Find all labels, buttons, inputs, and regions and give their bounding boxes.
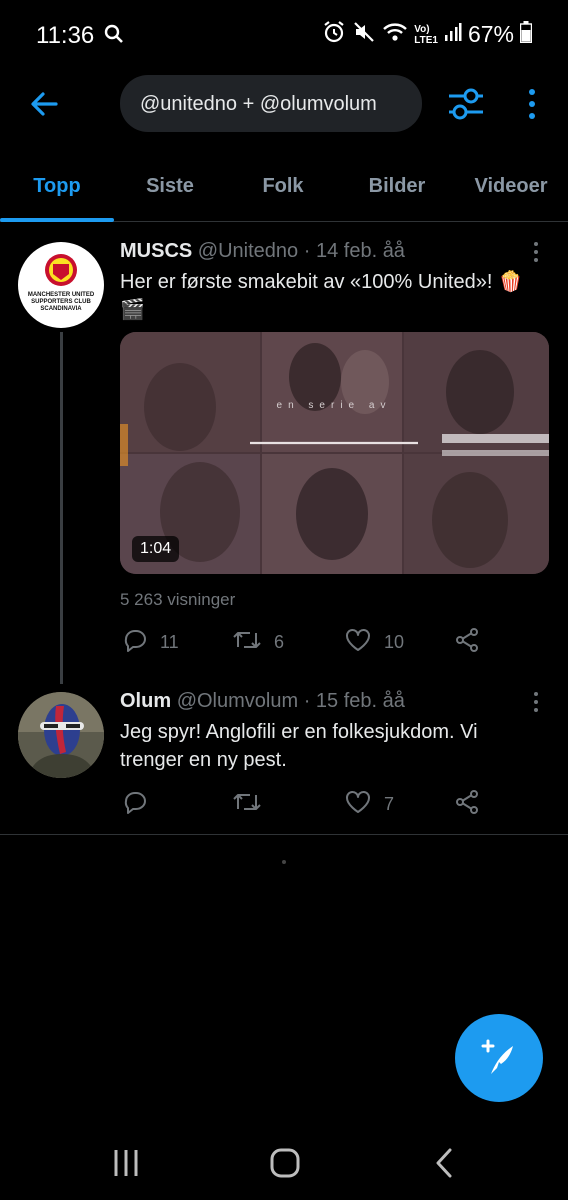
arrow-left-icon[interactable] [26, 86, 62, 122]
search-icon [104, 24, 124, 49]
tweet-header: Olum @Olumvolum · 15 feb. åå [120, 690, 405, 713]
more-vertical-icon[interactable] [528, 240, 544, 264]
network-label-bottom: LTE1 [414, 34, 438, 46]
alarm-icon [322, 20, 346, 49]
share-icon [454, 789, 480, 820]
compose-tweet-button[interactable] [455, 1014, 543, 1102]
more-vertical-icon[interactable] [522, 86, 542, 122]
tab-siste[interactable]: Siste [114, 150, 226, 222]
handle[interactable]: @Unitedno [198, 240, 298, 262]
sliders-icon[interactable] [446, 85, 486, 123]
tab-topp[interactable]: Topp [0, 150, 114, 222]
heart-icon [344, 789, 372, 820]
separator: · [303, 240, 311, 262]
tweet-text: Jeg spyr! Anglofili er en folkesjukdom. … [120, 721, 478, 771]
tweet[interactable]: MANCHESTER UNITED SUPPORTERS CLUB SCANDI… [0, 222, 568, 684]
signal-icon [444, 21, 462, 48]
loading-dot [282, 860, 286, 864]
search-tabs: Topp Siste Folk Bilder Videoer [0, 150, 568, 222]
avatar-text-3: SCANDINAVIA [40, 306, 82, 312]
like-button[interactable]: 7 [344, 788, 394, 820]
reply-icon [122, 789, 148, 820]
battery-percent: 67% [467, 21, 514, 47]
reply-count: 11 [160, 631, 179, 652]
avatar[interactable]: MANCHESTER UNITED SUPPORTERS CLUB SCANDI… [18, 242, 104, 328]
video-overlay-text: en serie av [276, 400, 392, 411]
display-name[interactable]: Olum [120, 690, 171, 712]
tab-bilder[interactable]: Bilder [340, 150, 454, 222]
tweet-text: Her er første smakebit av «100% United»!… [120, 271, 523, 321]
share-button[interactable] [454, 788, 480, 820]
handle[interactable]: @Olumvolum [177, 690, 298, 712]
heart-icon [344, 627, 372, 658]
like-count: 10 [384, 631, 405, 652]
status-time: 11:36 [36, 22, 95, 49]
network-label-top: Vo) [414, 23, 430, 35]
timestamp: 14 feb. åå [315, 240, 405, 262]
retweet-button[interactable]: 6 [232, 626, 284, 658]
compose-tweet-icon [477, 1036, 521, 1085]
back-icon[interactable] [424, 1146, 464, 1180]
volte-icon: Vo) LTE1 [414, 24, 438, 46]
separator: · [303, 690, 311, 712]
search-input[interactable]: @unitedno + @olumvolum [120, 75, 422, 132]
avatar[interactable] [18, 692, 104, 778]
recent-apps-icon[interactable] [106, 1146, 146, 1180]
mute-icon [352, 20, 376, 49]
display-name[interactable]: MUSCS [120, 240, 192, 262]
status-bar: 11:36 Vo) LTE1 67% [0, 0, 568, 72]
reply-button[interactable]: 11 [122, 626, 179, 658]
share-icon [454, 627, 480, 658]
timestamp: 15 feb. åå [315, 690, 405, 712]
wifi-icon [382, 21, 408, 48]
video-duration: 1:04 [132, 536, 180, 562]
reply-button[interactable] [122, 788, 160, 820]
like-button[interactable]: 10 [344, 626, 404, 658]
search-header: @unitedno + @olumvolum [0, 72, 568, 136]
thread-line [60, 332, 63, 684]
search-query: @unitedno + @olumvolum [140, 93, 377, 115]
tab-folk[interactable]: Folk [226, 150, 340, 222]
tweet[interactable]: Olum @Olumvolum · 15 feb. åå Jeg spyr! A… [0, 672, 568, 834]
avatar-text-1: MANCHESTER UNITED [27, 292, 95, 298]
more-vertical-icon[interactable] [528, 690, 544, 714]
video-player[interactable]: en serie av 1:04 [120, 332, 549, 574]
avatar-text-2: SUPPORTERS CLUB [31, 299, 91, 305]
share-button[interactable] [454, 626, 480, 658]
battery-icon [519, 21, 533, 48]
tweet-actions: 11 6 10 [120, 626, 550, 658]
retweet-count: 6 [274, 631, 285, 652]
tweet-header: MUSCS @Unitedno · 14 feb. åå [120, 240, 405, 263]
reply-icon [122, 627, 148, 658]
home-icon[interactable] [265, 1146, 305, 1180]
tweet-actions: 7 [120, 788, 550, 820]
retweet-icon [232, 789, 262, 820]
divider [0, 834, 568, 835]
system-nav-bar [0, 1126, 568, 1200]
retweet-icon [232, 627, 262, 658]
like-count: 7 [384, 793, 395, 814]
retweet-button[interactable] [232, 788, 274, 820]
view-count: 5 263 visninger [120, 590, 236, 609]
tab-videoer[interactable]: Videoer [454, 150, 568, 222]
